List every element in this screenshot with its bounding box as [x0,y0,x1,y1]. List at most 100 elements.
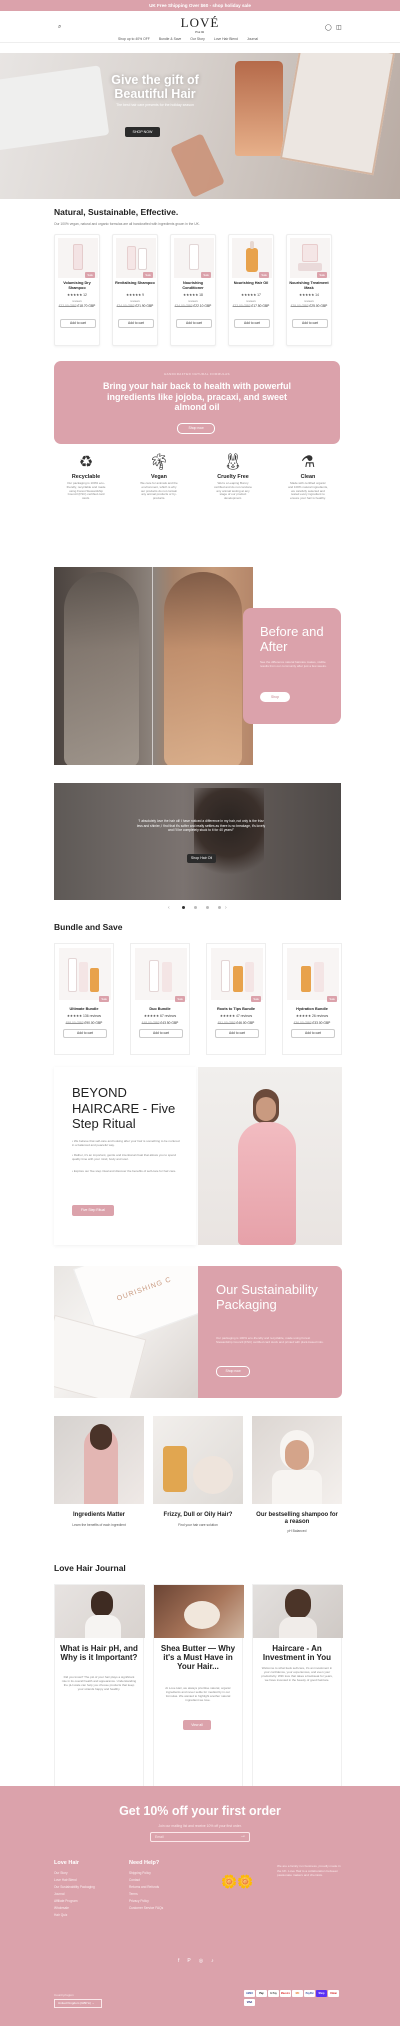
footer-link[interactable]: Affiliate Program [54,1898,95,1905]
add-to-cart-button[interactable]: Add to cart [139,1029,183,1038]
product-card[interactable]: Sale Nourishing Hair Oil ★★★★★ 17 review… [228,234,274,346]
email-field[interactable]: Email → [150,1832,250,1842]
footer-link[interactable]: Wholesale [54,1905,95,1912]
journal-view-all-button[interactable]: View all [183,1720,211,1730]
slider-next-icon[interactable]: › [225,905,227,911]
before-after-shop-button[interactable]: Shop [260,692,290,702]
collection-card[interactable]: Frizzy, Dull or Oily Hair? Find your hai… [153,1416,243,1550]
price: £22.00 GBP £17.50 GBP [231,304,271,308]
bundle-title[interactable]: Duo Bundle [133,1007,187,1012]
recycle-icon: ♻ [78,454,94,471]
journal-card[interactable]: Shea Butter — Why it's a Must Have in Yo… [153,1584,244,1789]
slider-dot[interactable] [218,906,221,909]
bundle-title[interactable]: Hydration Bundle [285,1007,339,1012]
account-icon[interactable]: ◯ [325,24,332,31]
cart-icon[interactable]: ◫ [336,24,342,31]
testimonial-shop-button[interactable]: Shop Hair Oil [187,854,216,863]
bundle-card[interactable]: Sale Duo Bundle ★★★★★ 67 reviews £48.00 … [130,943,190,1055]
search-icon[interactable]: ⌕ [58,24,61,31]
apple-pay-icon: Pay [256,1990,267,1997]
rating-stars: ★★★★★ 26 reviews [295,1014,329,1018]
collection-image [54,1416,144,1504]
products-subheading: Our 100% vegan, natural and organic form… [54,222,200,226]
nav-item-sale[interactable]: Shop up to 40% OFF [118,37,150,41]
product-card[interactable]: Sale Volumising Dry Shampoo ★★★★★ 12 rev… [54,234,100,346]
product-title[interactable]: Nourishing Treatment Mask [289,281,329,290]
journal-card[interactable]: Haircare - An Investment in You Welcome … [252,1584,343,1789]
country-selector[interactable]: United Kingdom (GBP £) ⌄ [54,1999,102,2008]
footer-col1-links: Our Story Love Hair Blend Our Sustainabi… [54,1870,95,1919]
product-title[interactable]: Nourishing Conditioner [173,281,213,290]
sustainability-button[interactable]: Shop now [216,1366,250,1377]
product-title[interactable]: Revitalising Shampoo [115,281,155,286]
footer-link[interactable]: Hair Quiz [54,1912,95,1919]
ritual-button[interactable]: Five Step Ritual [72,1205,114,1216]
journal-card[interactable]: What is Hair pH, and Why is it Important… [54,1584,145,1789]
journal-title[interactable]: Shea Butter — Why it's a Must Have in Yo… [158,1644,238,1671]
collection-card[interactable]: Our bestselling shampoo for a reason pH … [252,1416,342,1550]
footer-link[interactable]: Journal [54,1891,95,1898]
journal-title[interactable]: Haircare - An Investment in You [257,1644,337,1662]
ritual-text-3: • Explore our five step ritual and disco… [72,1169,177,1173]
journal-title[interactable]: What is Hair pH, and Why is it Important… [59,1644,139,1662]
footer-link[interactable]: Customer Service FAQs [129,1905,163,1912]
footer-link[interactable]: Love Hair Blend [54,1877,95,1884]
footer-link[interactable]: Our Story [54,1870,95,1877]
add-to-cart-button[interactable]: Add to cart [63,1029,107,1038]
collection-card[interactable]: Ingredients Matter Learn the benefits of… [54,1416,144,1550]
slider-dot[interactable] [182,906,185,909]
product-title[interactable]: Nourishing Hair Oil [231,281,271,286]
footer-link[interactable]: Contact [129,1877,163,1884]
sustainability-panel: Our Sustainability Packaging Our packagi… [198,1266,342,1398]
banner-shop-button[interactable]: Shop now [177,423,215,434]
arrow-right-icon[interactable]: → [240,1833,246,1839]
collection-title: Our bestselling shampoo for a reason [256,1512,338,1525]
instagram-icon[interactable]: ◎ [199,1958,203,1964]
bundle-card[interactable]: Sale Hydration Bundle ★★★★★ 26 reviews £… [282,943,342,1055]
add-to-cart-button[interactable]: Add to cart [292,319,328,328]
hero-shop-button[interactable]: SHOP NOW [125,127,160,137]
announcement-bar[interactable]: UK Free Shipping Over $60 - shop holiday… [0,0,400,11]
facebook-icon[interactable]: f [178,1958,179,1964]
footer-link[interactable]: Terms [129,1891,163,1898]
add-to-cart-button[interactable]: Add to cart [60,319,96,328]
product-title[interactable]: Volumising Dry Shampoo [57,281,97,290]
pinterest-icon[interactable]: P [187,1958,190,1964]
sale-badge: Sale [327,996,337,1002]
product-card[interactable]: Sale Revitalising Shampoo ★★★★★ 9 review… [112,234,158,346]
product-card[interactable]: Sale Nourishing Treatment Mask ★★★★★ 14 … [286,234,332,346]
bundle-card[interactable]: Sale Ultimate Bundle ★★★★★ 136 reviews £… [54,943,114,1055]
sale-price: £17.50 GBP [251,304,270,308]
add-to-cart-button[interactable]: Add to cart [291,1029,335,1038]
footer-link[interactable]: Returns and Refunds [129,1884,163,1891]
footer-link[interactable]: Privacy Policy [129,1898,163,1905]
sale-badge: Sale [143,272,153,278]
add-to-cart-button[interactable]: Add to cart [118,319,154,328]
add-to-cart-button[interactable]: Add to cart [176,319,212,328]
bundle-title[interactable]: Ultimate Bundle [57,1007,111,1012]
logo[interactable]: LOVÉ HAIR [181,15,220,34]
product-card[interactable]: Sale Nourishing Conditioner ★★★★★ 18 rev… [170,234,216,346]
reviews-label: reviews [246,299,256,303]
slider-prev-icon[interactable]: ‹ [168,905,170,911]
footer-link[interactable]: Shipping Policy [129,1870,163,1877]
nav-item-bundle[interactable]: Bundle & Save [159,37,181,41]
footer-link[interactable]: Our Sustainability Packaging [54,1884,95,1891]
sale-badge: Sale [175,996,185,1002]
nav-item-journal[interactable]: Journal [247,37,258,41]
nav-item-story[interactable]: Our Story [190,37,205,41]
add-to-cart-button[interactable]: Add to cart [234,319,270,328]
tiktok-icon[interactable]: ♪ [211,1958,214,1964]
slider-dot[interactable] [194,906,197,909]
reviews-label: reviews [304,299,314,303]
rating-stars: ★★★★★ 67 reviews [143,1014,177,1018]
visa-icon: VISA [244,1999,255,2006]
bundle-card[interactable]: Sale Roots to Tips Bundle ★★★★★ 47 revie… [206,943,266,1055]
ingredients-banner: HANDCRAFTED NATURAL FORMULAS Bring your … [54,361,340,444]
slider-dot[interactable] [206,906,209,909]
add-to-cart-button[interactable]: Add to cart [215,1029,259,1038]
nav-item-blend[interactable]: Love Hair Blend [214,37,238,41]
value-desc: Our packaging is 100% eco-friendly, recy… [66,481,106,501]
hero-title: Give the gift of Beautiful Hair [111,73,199,101]
bundle-title[interactable]: Roots to Tips Bundle [209,1007,263,1012]
